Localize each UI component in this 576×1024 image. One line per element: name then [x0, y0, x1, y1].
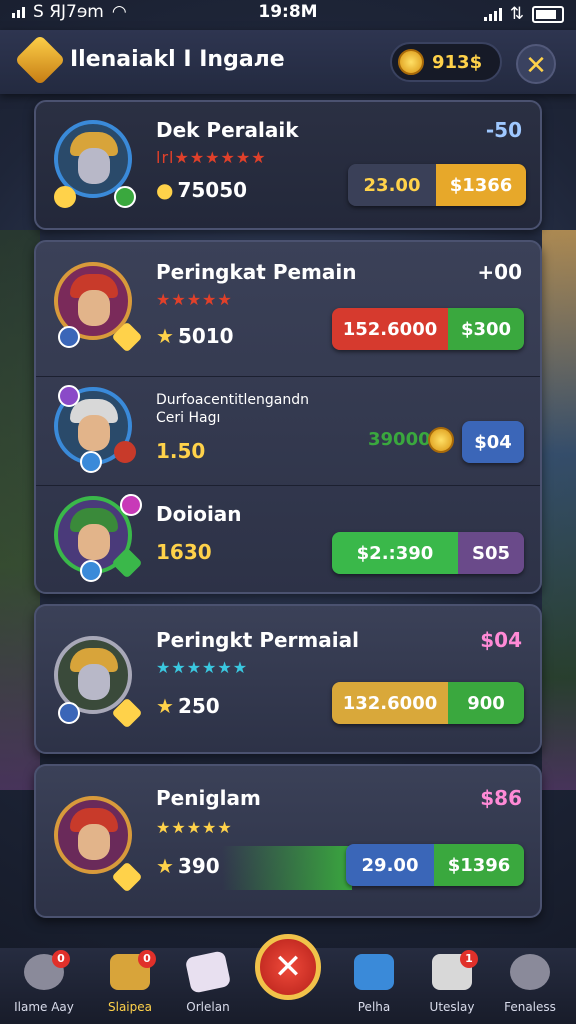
star-rating: ★★★★★	[156, 818, 233, 837]
value-pill[interactable]: 29.00 $1396	[346, 844, 524, 886]
star-icon: ★	[156, 854, 174, 878]
coin-amount: 913$	[432, 51, 483, 73]
status-bar: S ЯJ7ɘm ◠ 19:8M ⇅	[0, 0, 576, 28]
star-badge-icon	[54, 186, 76, 208]
coin-icon	[398, 49, 424, 75]
heart-icon	[114, 441, 136, 463]
star-rating: ★★★★★★	[156, 658, 249, 677]
shield-badge-icon	[58, 326, 80, 348]
page-title: Ilenaiakl I Ingaлe	[70, 47, 285, 72]
nav-label: Orlelan	[186, 1000, 230, 1014]
app-logo-icon	[14, 34, 66, 86]
rank-delta: +00	[477, 260, 522, 284]
player-score: ● 75050	[156, 178, 248, 202]
level-badge-icon	[114, 186, 136, 208]
player-name: Durfoacentitlengandn Ceri Hagı	[156, 392, 310, 426]
player-name: Doioian	[156, 502, 242, 526]
nav-item-dice[interactable]: 1 Uteslay	[412, 948, 492, 1024]
cellular-icon	[483, 7, 502, 21]
notification-badge: 0	[138, 950, 156, 968]
star-rating: ★★★★★	[156, 290, 233, 309]
arena-background-right	[542, 230, 576, 790]
reward-amount: 39000	[368, 429, 431, 450]
pill-right-value: $04	[462, 421, 524, 463]
progress-glow	[222, 846, 352, 890]
coin-icon	[428, 427, 454, 453]
star-icon: ★	[156, 694, 174, 718]
player-row[interactable]: Durfoacentitlengandn Ceri Hagı 1.50 3900…	[36, 377, 540, 485]
player-card[interactable]: Dek Peralaik lrl★★★★★★ ● 75050 -50 23.00 …	[34, 100, 542, 230]
player-row[interactable]: Doioian 1630 $2.:390 S05	[36, 486, 540, 594]
player-name: Peringkat Pemain	[156, 260, 357, 284]
player-name: Peringkt Permaial	[156, 628, 359, 652]
value-pill[interactable]: 152.6000 $300	[332, 308, 524, 350]
nav-item-cards[interactable]: Orlelan	[168, 948, 248, 1024]
nav-item-build[interactable]: Pelha	[334, 948, 414, 1024]
level-badge-icon	[58, 385, 80, 407]
value-pill[interactable]: $04	[462, 421, 524, 463]
player-score: 1.50	[156, 439, 206, 463]
data-icon: ⇅	[509, 4, 524, 24]
notification-badge: 0	[52, 950, 70, 968]
pill-right-value: $300	[448, 308, 524, 350]
star-rating: lrl★★★★★★	[156, 148, 267, 167]
pill-right-value: $1396	[434, 844, 524, 886]
close-action-button[interactable]: ✕	[255, 934, 321, 1000]
coin-icon: ●	[156, 178, 174, 202]
close-button[interactable]: ✕	[516, 44, 556, 84]
nav-label: Ilame Aay	[14, 1000, 74, 1014]
pill-left-value: 23.00	[348, 164, 436, 206]
player-score: 1630	[156, 540, 212, 564]
header: Ilenaiakl I Ingaлe 913$ ✕	[0, 30, 576, 94]
shield-badge-icon	[80, 451, 102, 473]
nav-label: Pelha	[357, 1000, 391, 1014]
nav-label: Uteslay	[429, 1000, 475, 1014]
pill-right-value: S05	[458, 532, 524, 574]
star-icon: ★	[156, 324, 174, 348]
cards-icon	[184, 950, 232, 994]
pill-left-value: $2.:390	[332, 532, 458, 574]
rank-delta: $86	[480, 786, 522, 810]
rank-delta: -50	[485, 118, 522, 142]
value-pill[interactable]: 23.00 $1366	[348, 164, 526, 206]
value-pill[interactable]: 132.6000 900	[332, 682, 524, 724]
player-group-card: Peringkat Pemain ★★★★★ ★ 5010 +00 152.600…	[34, 240, 542, 594]
shield-badge-icon	[80, 560, 102, 582]
profile-icon	[510, 954, 550, 990]
player-score: ★ 250	[156, 694, 220, 718]
nav-label: Slaipea	[108, 1000, 152, 1014]
player-row[interactable]: Peringkat Pemain ★★★★★ ★ 5010 +00 152.600…	[36, 242, 540, 376]
nav-item-home[interactable]: 0 Ilame Aay	[4, 948, 84, 1024]
nav-item-settings[interactable]: Fenaless	[490, 948, 570, 1024]
avatar	[54, 796, 132, 874]
player-card[interactable]: Peniglam ★★★★★ ★ 390 $86 29.00 $1396	[34, 764, 542, 918]
nav-label: Fenaless	[504, 1000, 556, 1014]
coin-balance[interactable]: 913$	[390, 42, 502, 82]
pill-right-value: 900	[448, 682, 524, 724]
battery-icon	[532, 5, 564, 23]
nav-item-shop[interactable]: 0 Slaipea	[90, 948, 170, 1024]
pill-left-value: 152.6000	[332, 308, 448, 350]
player-name: Dek Peralaik	[156, 118, 299, 142]
notification-badge: 1	[460, 950, 478, 968]
shield-badge-icon	[58, 702, 80, 724]
blocks-icon	[354, 954, 394, 990]
player-card[interactable]: Peringkt Permaial ★★★★★★ ★ 250 $04 132.60…	[34, 604, 542, 754]
level-badge-icon	[120, 494, 142, 516]
player-score: ★ 390	[156, 854, 220, 878]
player-score: ★ 5010	[156, 324, 234, 348]
player-name: Peniglam	[156, 786, 261, 810]
pill-left-value: 29.00	[346, 844, 434, 886]
value-pill[interactable]: $2.:390 S05	[332, 532, 524, 574]
rank-delta: $04	[480, 628, 522, 652]
pill-left-value: 132.6000	[332, 682, 448, 724]
pill-right-value: $1366	[436, 164, 526, 206]
